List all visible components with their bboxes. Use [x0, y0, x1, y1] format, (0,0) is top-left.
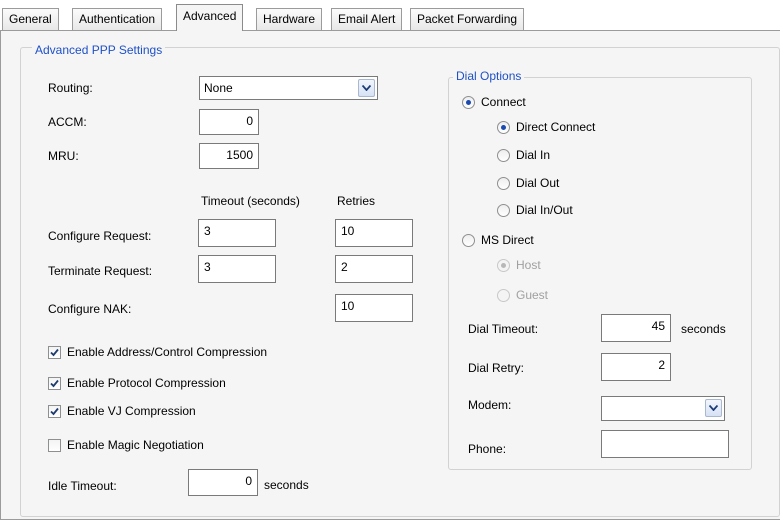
- magic-negotiation-label[interactable]: Enable Magic Negotiation: [67, 438, 204, 452]
- chevron-down-icon[interactable]: [358, 79, 375, 97]
- dial-retry-input[interactable]: 2: [601, 353, 671, 381]
- dial-timeout-input[interactable]: 45: [601, 314, 671, 342]
- configure-request-retries-input[interactable]: 10: [335, 219, 413, 247]
- configure-request-label: Configure Request:: [48, 229, 152, 243]
- vj-compression-label[interactable]: Enable VJ Compression: [67, 404, 196, 418]
- ppp-settings-title: Advanced PPP Settings: [32, 43, 166, 57]
- configure-nak-label: Configure NAK:: [48, 302, 132, 316]
- accm-label: ACCM:: [48, 115, 87, 129]
- dial-out-label[interactable]: Dial Out: [516, 176, 559, 190]
- guest-radio: [497, 289, 510, 302]
- protocol-compression-checkbox[interactable]: [48, 377, 61, 390]
- dial-timeout-unit: seconds: [681, 322, 726, 336]
- host-label: Host: [516, 258, 541, 272]
- magic-negotiation-checkbox[interactable]: [48, 439, 61, 452]
- guest-label: Guest: [516, 288, 549, 302]
- phone-input[interactable]: [601, 430, 729, 458]
- phone-label: Phone:: [468, 442, 507, 456]
- dial-in-radio[interactable]: [497, 149, 510, 162]
- configure-nak-retries-input[interactable]: 10: [335, 294, 413, 322]
- connect-label[interactable]: Connect: [481, 95, 526, 109]
- checkmark-icon: [50, 348, 59, 357]
- direct-connect-label[interactable]: Direct Connect: [516, 120, 595, 134]
- idle-timeout-input[interactable]: 0: [188, 469, 258, 496]
- routing-label: Routing:: [48, 81, 93, 95]
- ms-direct-label[interactable]: MS Direct: [481, 233, 534, 247]
- dial-timeout-label: Dial Timeout:: [468, 322, 539, 336]
- direct-connect-radio[interactable]: [497, 121, 510, 134]
- idle-timeout-label: Idle Timeout:: [48, 479, 117, 493]
- retries-column-header: Retries: [337, 194, 376, 208]
- dial-options-title: Dial Options: [453, 69, 525, 83]
- modem-label: Modem:: [468, 398, 512, 412]
- terminate-request-label: Terminate Request:: [48, 264, 153, 278]
- accm-input[interactable]: 0: [199, 109, 259, 135]
- checkmark-icon: [50, 407, 59, 416]
- ms-direct-radio[interactable]: [462, 234, 475, 247]
- idle-timeout-unit: seconds: [264, 478, 309, 492]
- terminate-request-timeout-input[interactable]: 3: [198, 255, 276, 283]
- dial-in-out-radio[interactable]: [497, 204, 510, 217]
- timeout-column-header: Timeout (seconds): [201, 194, 300, 208]
- mru-input[interactable]: 1500: [199, 143, 259, 169]
- routing-value: None: [204, 81, 233, 95]
- configure-request-timeout-input[interactable]: 3: [198, 219, 276, 247]
- dial-in-label[interactable]: Dial In: [516, 148, 550, 162]
- dial-in-out-label[interactable]: Dial In/Out: [516, 203, 573, 217]
- host-radio: [497, 259, 510, 272]
- vj-compression-checkbox[interactable]: [48, 405, 61, 418]
- dial-out-radio[interactable]: [497, 177, 510, 190]
- chevron-down-icon[interactable]: [705, 399, 722, 417]
- addr-ctrl-compression-checkbox[interactable]: [48, 346, 61, 359]
- terminate-request-retries-input[interactable]: 2: [335, 255, 413, 283]
- routing-select[interactable]: None: [199, 76, 378, 100]
- modem-select[interactable]: [601, 396, 725, 421]
- protocol-compression-label[interactable]: Enable Protocol Compression: [67, 376, 226, 390]
- checkmark-icon: [50, 379, 59, 388]
- connect-radio[interactable]: [462, 96, 475, 109]
- advanced-page: Advanced PPP Settings Routing: None ACCM…: [0, 0, 780, 517]
- dial-retry-label: Dial Retry:: [468, 361, 525, 375]
- mru-label: MRU:: [48, 149, 79, 163]
- addr-ctrl-compression-label[interactable]: Enable Address/Control Compression: [67, 345, 267, 359]
